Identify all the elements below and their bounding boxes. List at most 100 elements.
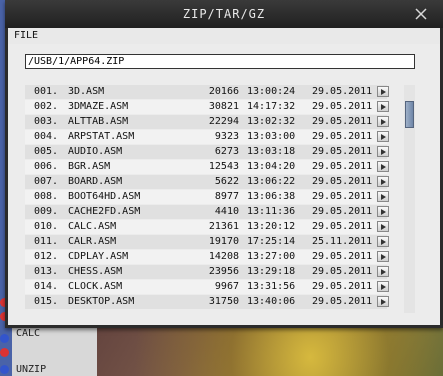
row-open-button[interactable]	[377, 191, 389, 202]
file-row[interactable]: 013. CHESS.ASM 23956 13:29:18 29.05.2011	[25, 265, 389, 279]
file-row[interactable]: 003. ALTTAB.ASM 22294 13:02:32 29.05.2011	[25, 115, 389, 129]
file-row[interactable]: 009. CACHE2FD.ASM 4410 13:11:36 29.05.2011	[25, 205, 389, 219]
arrow-right-icon	[381, 239, 386, 245]
file-row[interactable]: 007. BOARD.ASM 5622 13:06:22 29.05.2011	[25, 175, 389, 189]
file-size: 12543	[208, 161, 239, 172]
desktop-red-icon[interactable]	[0, 348, 9, 357]
arrow-right-icon	[381, 179, 386, 185]
file-time: 17:25:14	[247, 236, 296, 247]
row-open-button[interactable]	[377, 266, 389, 277]
zip-window: ZIP/TAR/GZ FILE /USB/1/APP64.ZIP 001. 3D.…	[5, 0, 443, 328]
file-time: 13:29:18	[247, 266, 296, 277]
file-name: AUDIO.ASM	[68, 146, 123, 157]
arrow-right-icon	[381, 299, 386, 305]
file-size: 30821	[208, 101, 239, 112]
file-size: 22294	[208, 116, 239, 127]
list-scrollbar[interactable]	[404, 85, 415, 313]
file-row[interactable]: 005. AUDIO.ASM 6273 13:03:18 29.05.2011	[25, 145, 389, 159]
desktop-blue-icon[interactable]	[0, 334, 9, 343]
file-size: 23956	[208, 266, 239, 277]
row-open-button[interactable]	[377, 101, 389, 112]
file-row[interactable]: 010. CALC.ASM 21361 13:20:12 29.05.2011	[25, 220, 389, 234]
arrow-right-icon	[381, 134, 386, 140]
file-date: 29.05.2011	[312, 86, 373, 97]
file-name: BOARD.ASM	[68, 176, 123, 187]
file-name: CHESS.ASM	[68, 266, 123, 277]
row-open-button[interactable]	[377, 116, 389, 127]
file-row[interactable]: 014. CLOCK.ASM 9967 13:31:56 29.05.2011	[25, 280, 389, 294]
row-open-button[interactable]	[377, 206, 389, 217]
row-open-button[interactable]	[377, 86, 389, 97]
file-number: 013.	[34, 266, 59, 277]
file-name: BGR.ASM	[68, 161, 111, 172]
file-date: 29.05.2011	[312, 191, 373, 202]
file-number: 005.	[34, 146, 59, 157]
file-size: 9967	[214, 281, 239, 292]
file-row[interactable]: 015. DESKTOP.ASM 31750 13:40:06 29.05.2011	[25, 295, 389, 309]
file-name: CDPLAY.ASM	[68, 251, 129, 262]
file-name: CALC.ASM	[68, 221, 117, 232]
file-row[interactable]: 012. CDPLAY.ASM 14208 13:27:00 29.05.2011	[25, 250, 389, 264]
file-date: 29.05.2011	[312, 221, 373, 232]
file-number: 008.	[34, 191, 59, 202]
arrow-right-icon	[381, 149, 386, 155]
file-time: 13:02:32	[247, 116, 296, 127]
desktop-item-calc[interactable]: CALC	[16, 328, 40, 339]
file-name: CLOCK.ASM	[68, 281, 123, 292]
row-open-button[interactable]	[377, 251, 389, 262]
file-size: 14208	[208, 251, 239, 262]
row-open-button[interactable]	[377, 146, 389, 157]
desktop-item-unzip[interactable]: UNZIP	[16, 364, 46, 375]
file-date: 29.05.2011	[312, 281, 373, 292]
file-time: 13:20:12	[247, 221, 296, 232]
file-name: 3DMAZE.ASM	[68, 101, 129, 112]
file-row[interactable]: 006. BGR.ASM 12543 13:04:20 29.05.2011	[25, 160, 389, 174]
row-open-button[interactable]	[377, 176, 389, 187]
file-row[interactable]: 001. 3D.ASM 20166 13:00:24 29.05.2011	[25, 85, 389, 99]
file-row[interactable]: 008. BOOT64HD.ASM 8977 13:06:38 29.05.2011	[25, 190, 389, 204]
file-number: 009.	[34, 206, 59, 217]
row-open-button[interactable]	[377, 161, 389, 172]
window-titlebar[interactable]: ZIP/TAR/GZ	[5, 0, 443, 28]
window-content: /USB/1/APP64.ZIP 001. 3D.ASM 20166 13:00:24…	[8, 44, 440, 325]
row-open-button[interactable]	[377, 131, 389, 142]
arrow-right-icon	[381, 104, 386, 110]
file-time: 13:03:00	[247, 131, 296, 142]
file-date: 29.05.2011	[312, 266, 373, 277]
file-date: 29.05.2011	[312, 206, 373, 217]
file-number: 001.	[34, 86, 59, 97]
file-number: 012.	[34, 251, 59, 262]
scroll-thumb[interactable]	[405, 101, 414, 128]
file-row[interactable]: 002. 3DMAZE.ASM 30821 14:17:32 29.05.2011	[25, 100, 389, 114]
file-time: 14:17:32	[247, 101, 296, 112]
row-open-button[interactable]	[377, 236, 389, 247]
file-name: BOOT64HD.ASM	[68, 191, 141, 202]
arrow-right-icon	[381, 284, 386, 290]
file-time: 13:03:18	[247, 146, 296, 157]
file-date: 25.11.2011	[312, 236, 373, 247]
file-date: 29.05.2011	[312, 101, 373, 112]
row-open-button[interactable]	[377, 296, 389, 307]
menu-bar: FILE	[8, 28, 440, 45]
menu-file[interactable]: FILE	[14, 30, 38, 41]
file-number: 002.	[34, 101, 59, 112]
file-size: 31750	[208, 296, 239, 307]
file-size: 19170	[208, 236, 239, 247]
file-time: 13:04:20	[247, 161, 296, 172]
close-icon[interactable]	[413, 6, 429, 22]
row-open-button[interactable]	[377, 221, 389, 232]
file-number: 007.	[34, 176, 59, 187]
file-size: 20166	[208, 86, 239, 97]
desktop-blue-icon[interactable]	[0, 365, 9, 374]
file-size: 6273	[214, 146, 239, 157]
file-row[interactable]: 011. CALR.ASM 19170 17:25:14 25.11.2011	[25, 235, 389, 249]
file-time: 13:06:38	[247, 191, 296, 202]
file-date: 29.05.2011	[312, 131, 373, 142]
file-size: 4410	[214, 206, 239, 217]
path-input[interactable]: /USB/1/APP64.ZIP	[25, 54, 415, 69]
file-number: 010.	[34, 221, 59, 232]
row-open-button[interactable]	[377, 281, 389, 292]
arrow-right-icon	[381, 254, 386, 260]
file-row[interactable]: 004. ARPSTAT.ASM 9323 13:03:00 29.05.2011	[25, 130, 389, 144]
file-date: 29.05.2011	[312, 116, 373, 127]
